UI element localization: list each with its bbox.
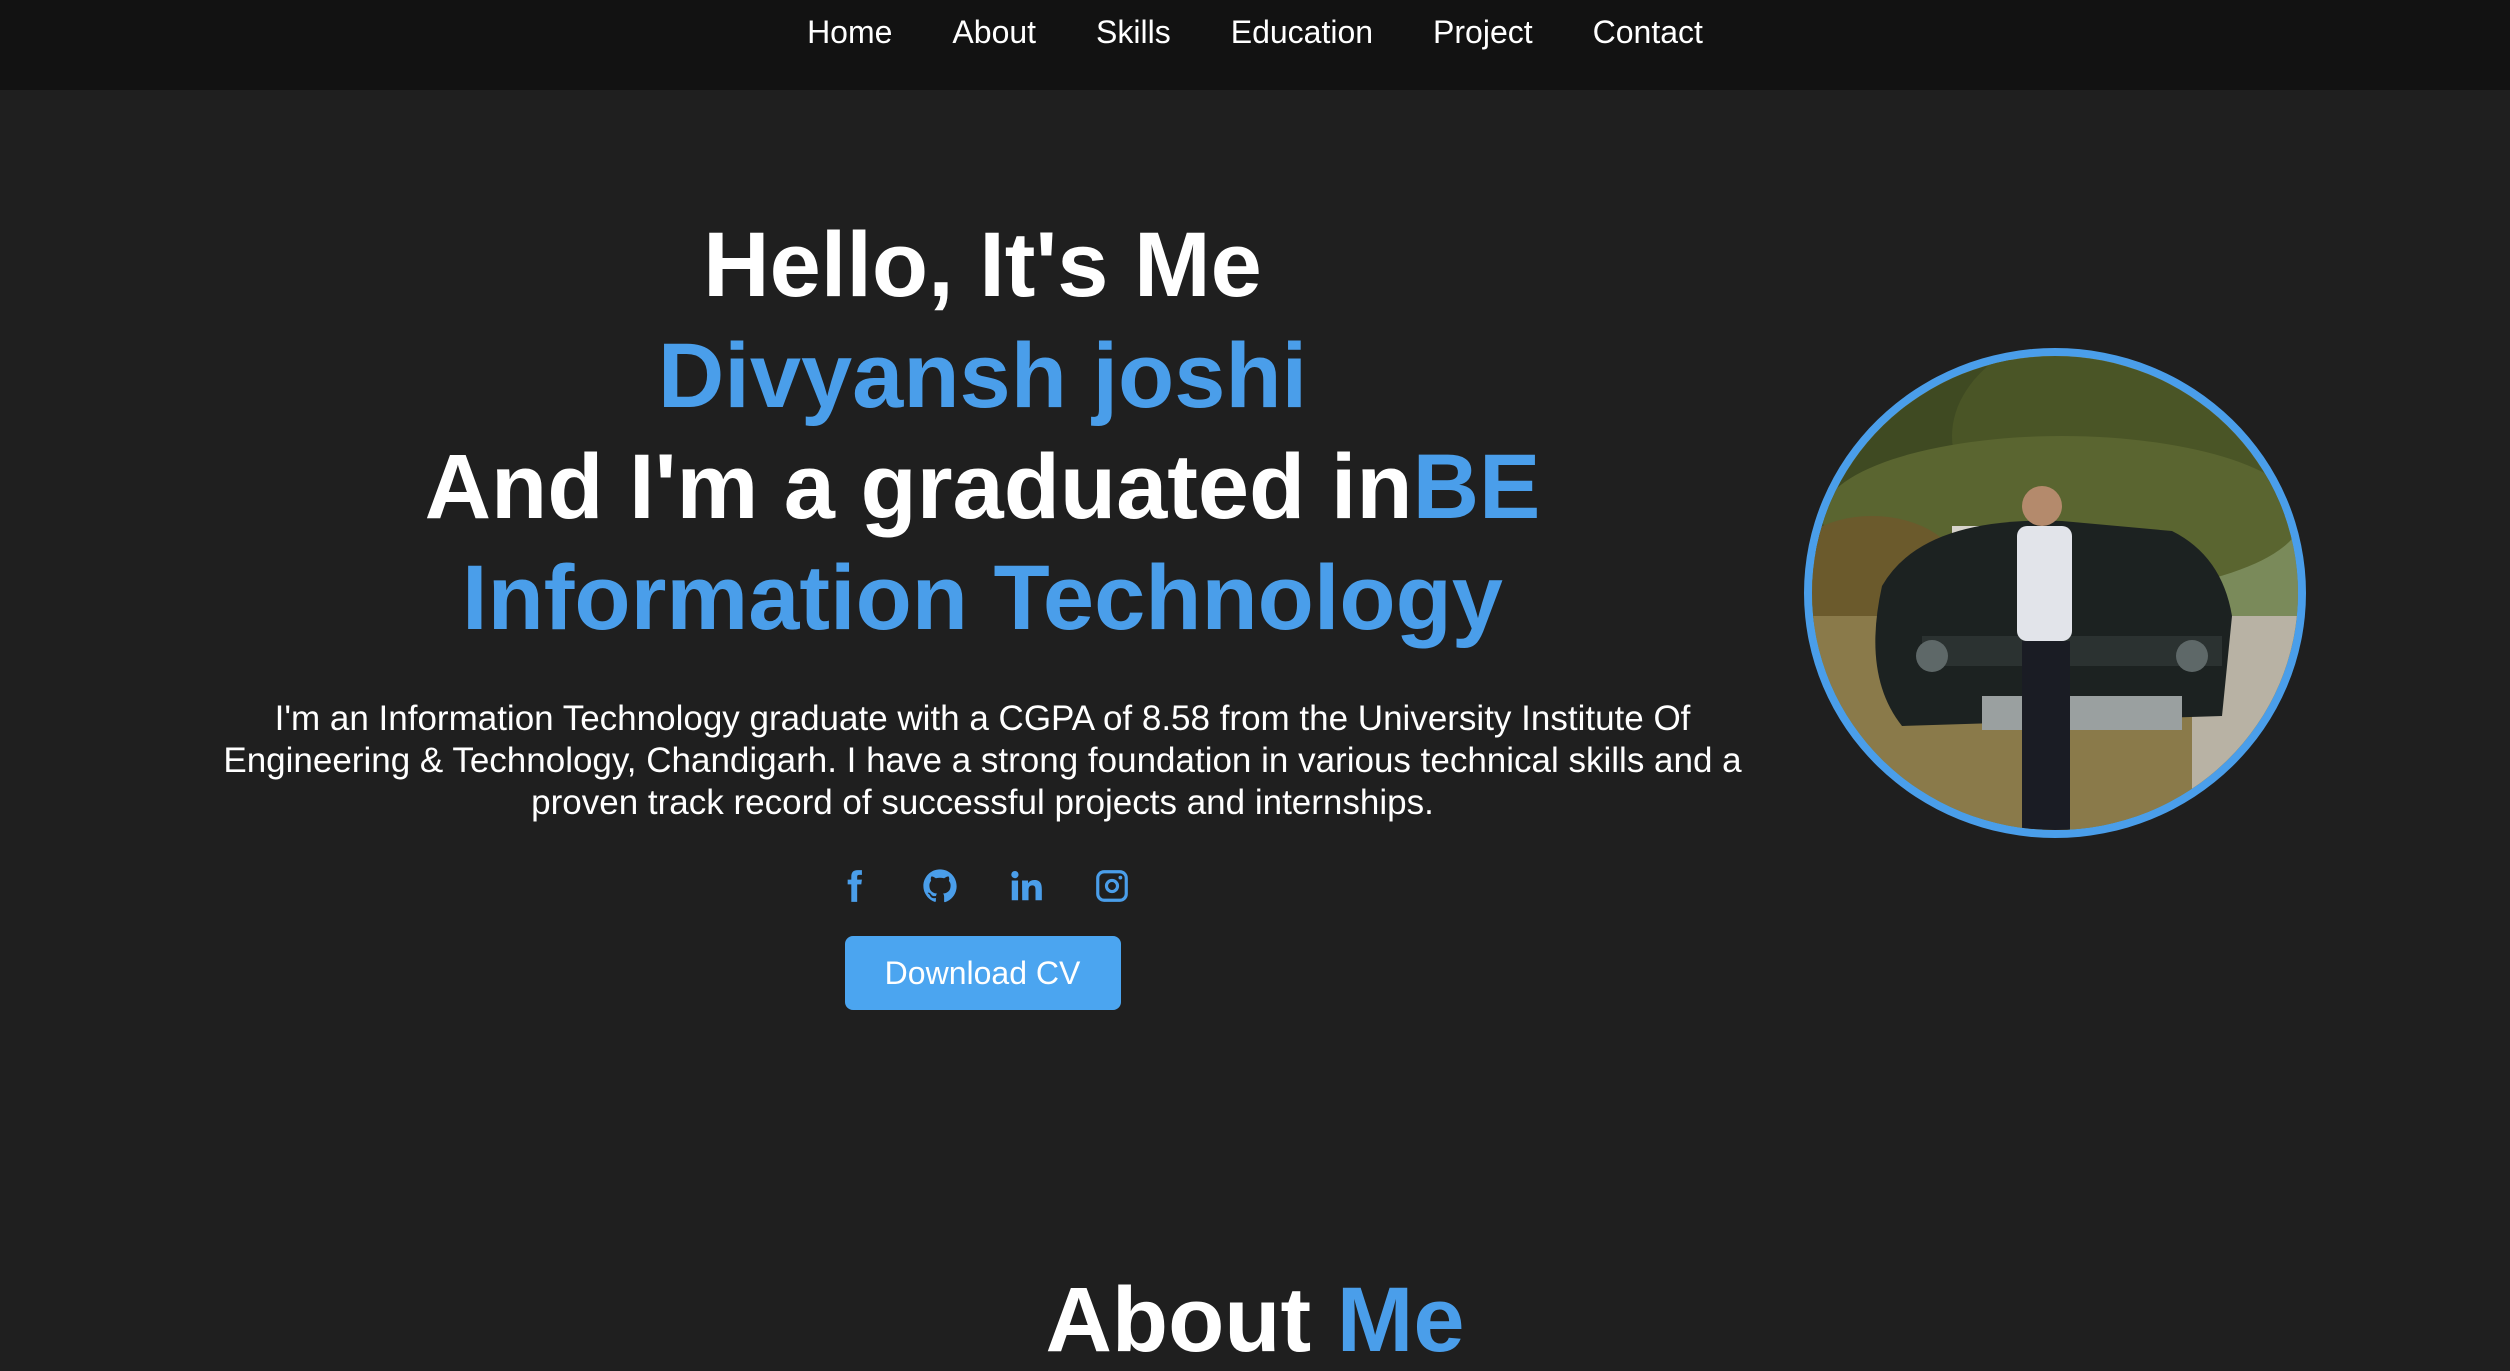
hero-greeting: Hello, It's Me: [703, 214, 1262, 316]
hero-field: Information Technology: [462, 547, 1503, 649]
facebook-link[interactable]: [835, 866, 873, 906]
nav-link-home[interactable]: Home: [777, 12, 922, 52]
profile-photo: [1804, 348, 2306, 838]
download-cv-button[interactable]: Download CV: [844, 936, 1121, 1010]
cv-wrap: Download CV: [190, 936, 1775, 1010]
navbar: Home About Skills Education Project Cont…: [0, 0, 2510, 90]
hero-bio: I'm an Information Technology graduate w…: [223, 699, 1742, 822]
about-title-prefix: About: [1045, 1269, 1312, 1371]
nav-link-skills[interactable]: Skills: [1066, 12, 1201, 52]
github-link[interactable]: [921, 866, 959, 906]
hero-degree: BE: [1412, 436, 1541, 538]
hero-role-prefix: And I'm a graduated in: [424, 436, 1413, 538]
hero-name: Divyansh joshi: [657, 325, 1308, 427]
hero-text: Hello, It's Me Divyansh joshi And I'm a …: [190, 210, 1775, 1010]
instagram-icon: [1095, 870, 1128, 902]
nav-link-project[interactable]: Project: [1403, 12, 1563, 52]
github-icon: [922, 869, 957, 903]
instagram-link[interactable]: [1093, 866, 1131, 906]
about-title-accent: Me: [1336, 1269, 1465, 1371]
profile-image: [1812, 356, 2298, 830]
nav-link-about[interactable]: About: [922, 12, 1066, 52]
nav-menu: Home About Skills Education Project Cont…: [777, 12, 1733, 52]
nav-link-education[interactable]: Education: [1201, 12, 1403, 52]
social-links: [190, 866, 1775, 906]
hero-role: And I'm a graduated inBE: [190, 432, 1775, 543]
about-title: About Me: [0, 1270, 2510, 1370]
linkedin-link[interactable]: [1007, 866, 1045, 906]
facebook-icon: [847, 870, 862, 902]
hero-section: Hello, It's Me Divyansh joshi And I'm a …: [0, 90, 2510, 1370]
linkedin-icon: [1010, 870, 1042, 901]
nav-link-contact[interactable]: Contact: [1563, 12, 1733, 52]
